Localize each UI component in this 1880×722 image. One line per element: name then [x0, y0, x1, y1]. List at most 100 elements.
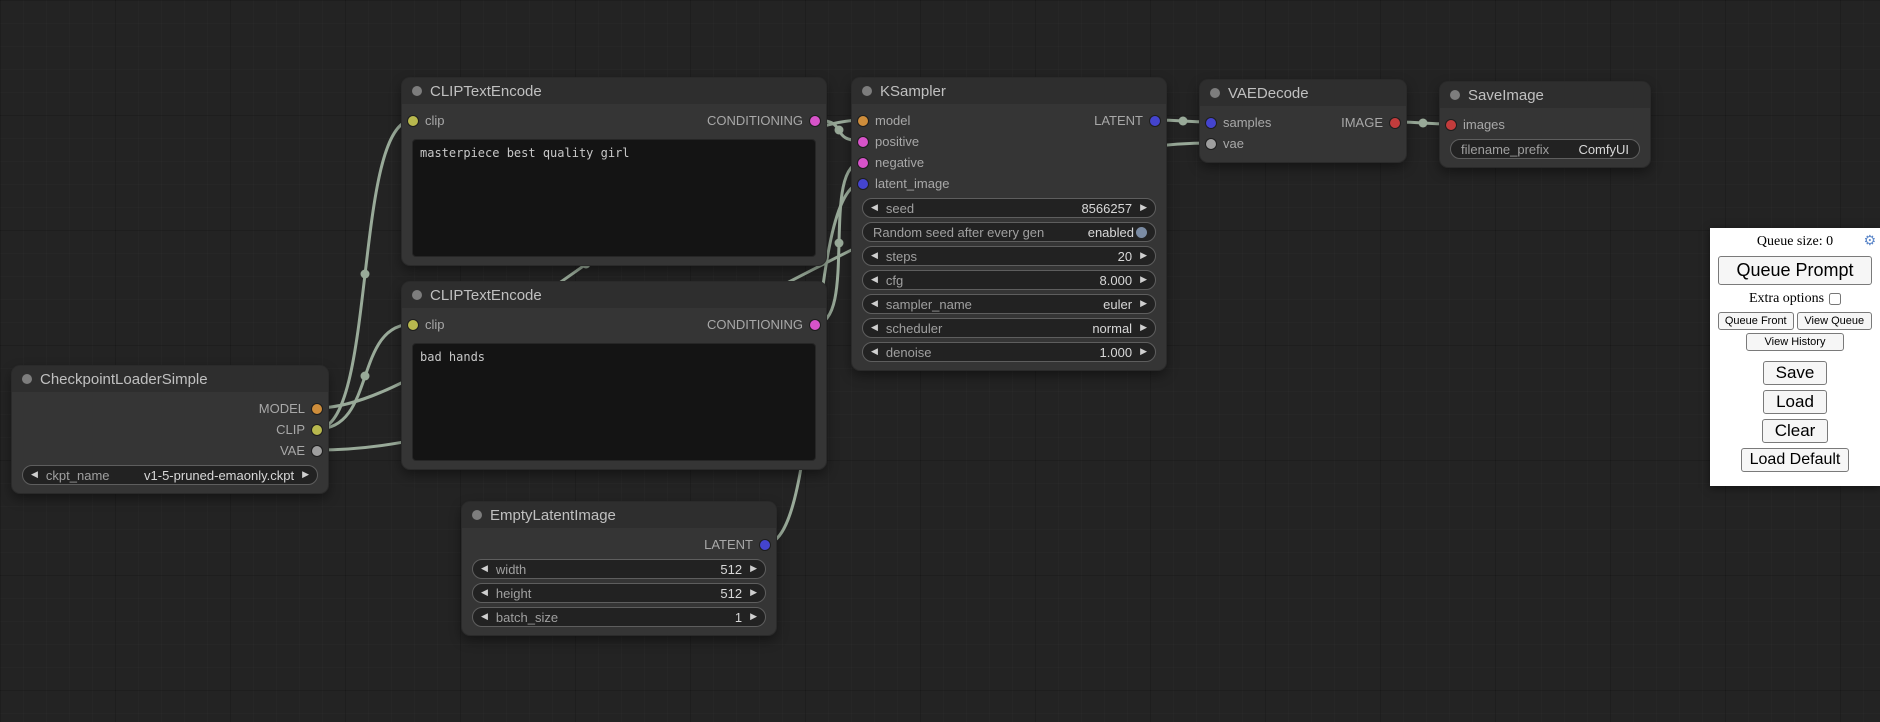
arrow-left-icon[interactable]: ◀ [481, 589, 488, 598]
input-label-clip: clip [425, 317, 445, 332]
clear-button[interactable]: Clear [1762, 419, 1829, 443]
widget-ckpt-name[interactable]: ◀ ckpt_name v1-5-pruned-emaonly.ckpt ▶ [22, 465, 318, 485]
arrow-right-icon[interactable]: ▶ [1140, 324, 1147, 333]
arrow-left-icon[interactable]: ◀ [31, 471, 38, 480]
node-empty-latent-image[interactable]: EmptyLatentImage LATENT ◀ width 512 ▶ ◀ … [462, 502, 776, 635]
settings-gear-icon[interactable]: ⚙ [1863, 231, 1876, 251]
arrow-right-icon[interactable]: ▶ [1140, 300, 1147, 309]
collapse-dot-icon[interactable] [1210, 88, 1220, 98]
input-slot-clip[interactable] [408, 116, 418, 126]
node-clip-text-encode-positive[interactable]: CLIPTextEncode clip CONDITIONING masterp… [402, 78, 826, 265]
arrow-left-icon[interactable]: ◀ [871, 276, 878, 285]
arrow-left-icon[interactable]: ◀ [871, 300, 878, 309]
view-queue-button[interactable]: View Queue [1797, 312, 1873, 330]
node-vae-decode[interactable]: VAEDecode samples IMAGE vae [1200, 80, 1406, 162]
extra-options-checkbox[interactable] [1829, 293, 1841, 305]
load-default-button[interactable]: Load Default [1741, 448, 1850, 472]
input-slot-latent-image[interactable] [858, 179, 868, 189]
arrow-left-icon[interactable]: ◀ [481, 565, 488, 574]
widget-seed[interactable]: ◀ seed 8566257 ▶ [862, 198, 1156, 218]
node-titlebar[interactable]: EmptyLatentImage [462, 502, 776, 528]
widget-denoise[interactable]: ◀ denoise 1.000 ▶ [862, 342, 1156, 362]
node-title: CheckpointLoaderSimple [40, 371, 208, 388]
queue-prompt-button[interactable]: Queue Prompt [1718, 256, 1872, 285]
output-slot-vae[interactable] [312, 446, 322, 456]
collapse-dot-icon[interactable] [22, 374, 32, 384]
negative-prompt-textarea[interactable]: bad hands [412, 343, 816, 461]
output-slot-clip[interactable] [312, 425, 322, 435]
node-titlebar[interactable]: CLIPTextEncode [402, 282, 826, 308]
input-slot-vae[interactable] [1206, 139, 1216, 149]
input-label-vae: vae [1223, 136, 1244, 151]
slot-row: clip CONDITIONING [402, 314, 826, 335]
input-slot-negative[interactable] [858, 158, 868, 168]
widget-value: enabled [1088, 225, 1134, 240]
output-slot-latent[interactable] [1150, 116, 1160, 126]
arrow-right-icon[interactable]: ▶ [1140, 204, 1147, 213]
widget-value: euler [1103, 297, 1132, 312]
widget-value: ComfyUI [1578, 142, 1629, 157]
load-button[interactable]: Load [1763, 390, 1827, 414]
input-slot-samples[interactable] [1206, 118, 1216, 128]
input-slot-clip[interactable] [408, 320, 418, 330]
queue-front-button[interactable]: Queue Front [1718, 312, 1794, 330]
widget-batch-size[interactable]: ◀ batch_size 1 ▶ [472, 607, 766, 627]
arrow-left-icon[interactable]: ◀ [871, 204, 878, 213]
view-history-button[interactable]: View History [1746, 333, 1845, 351]
widget-cfg[interactable]: ◀ cfg 8.000 ▶ [862, 270, 1156, 290]
output-slot-image[interactable] [1390, 118, 1400, 128]
node-titlebar[interactable]: VAEDecode [1200, 80, 1406, 106]
arrow-right-icon[interactable]: ▶ [1140, 276, 1147, 285]
output-slot-conditioning[interactable] [810, 116, 820, 126]
positive-prompt-textarea[interactable]: masterpiece best quality girl [412, 139, 816, 257]
arrow-right-icon[interactable]: ▶ [1140, 252, 1147, 261]
widget-height[interactable]: ◀ height 512 ▶ [472, 583, 766, 603]
arrow-right-icon[interactable]: ▶ [302, 471, 309, 480]
collapse-dot-icon[interactable] [1450, 90, 1460, 100]
input-slot-positive[interactable] [858, 137, 868, 147]
input-label-clip: clip [425, 113, 445, 128]
widget-filename-prefix[interactable]: filename_prefix ComfyUI [1450, 139, 1640, 159]
output-slot-conditioning[interactable] [810, 320, 820, 330]
widget-label: denoise [886, 345, 932, 360]
node-titlebar[interactable]: KSampler [852, 78, 1166, 104]
slot-row: CLIP [12, 419, 328, 440]
output-label-vae: VAE [280, 443, 305, 458]
arrow-right-icon[interactable]: ▶ [750, 565, 757, 574]
widget-scheduler[interactable]: ◀ scheduler normal ▶ [862, 318, 1156, 338]
widget-steps[interactable]: ◀ steps 20 ▶ [862, 246, 1156, 266]
arrow-right-icon[interactable]: ▶ [750, 613, 757, 622]
arrow-right-icon[interactable]: ▶ [1140, 348, 1147, 357]
output-slot-latent[interactable] [760, 540, 770, 550]
output-slot-model[interactable] [312, 404, 322, 414]
widget-label: batch_size [496, 610, 558, 625]
node-clip-text-encode-negative[interactable]: CLIPTextEncode clip CONDITIONING bad han… [402, 282, 826, 469]
link-midpoint-dot [835, 126, 844, 135]
collapse-dot-icon[interactable] [412, 290, 422, 300]
collapse-dot-icon[interactable] [412, 86, 422, 96]
arrow-left-icon[interactable]: ◀ [871, 348, 878, 357]
node-titlebar[interactable]: SaveImage [1440, 82, 1650, 108]
widget-sampler-name[interactable]: ◀ sampler_name euler ▶ [862, 294, 1156, 314]
toggle-on-icon[interactable] [1136, 227, 1147, 238]
node-checkpoint-loader[interactable]: CheckpointLoaderSimple MODEL CLIP VAE ◀ … [12, 366, 328, 493]
save-button[interactable]: Save [1763, 361, 1828, 385]
arrow-left-icon[interactable]: ◀ [481, 613, 488, 622]
node-save-image[interactable]: SaveImage images filename_prefix ComfyUI [1440, 82, 1650, 167]
arrow-right-icon[interactable]: ▶ [750, 589, 757, 598]
slot-row: clip CONDITIONING [402, 110, 826, 131]
collapse-dot-icon[interactable] [472, 510, 482, 520]
input-label-images: images [1463, 117, 1505, 132]
widget-width[interactable]: ◀ width 512 ▶ [472, 559, 766, 579]
input-slot-model[interactable] [858, 116, 868, 126]
node-ksampler[interactable]: KSampler model LATENT positive negative … [852, 78, 1166, 370]
node-titlebar[interactable]: CheckpointLoaderSimple [12, 366, 328, 392]
graph-canvas[interactable]: CheckpointLoaderSimple MODEL CLIP VAE ◀ … [0, 0, 1880, 722]
input-slot-images[interactable] [1446, 120, 1456, 130]
node-titlebar[interactable]: CLIPTextEncode [402, 78, 826, 104]
arrow-left-icon[interactable]: ◀ [871, 252, 878, 261]
arrow-left-icon[interactable]: ◀ [871, 324, 878, 333]
widget-random-seed-toggle[interactable]: Random seed after every gen enabled [862, 222, 1156, 242]
slot-row: model LATENT [852, 110, 1166, 131]
collapse-dot-icon[interactable] [862, 86, 872, 96]
